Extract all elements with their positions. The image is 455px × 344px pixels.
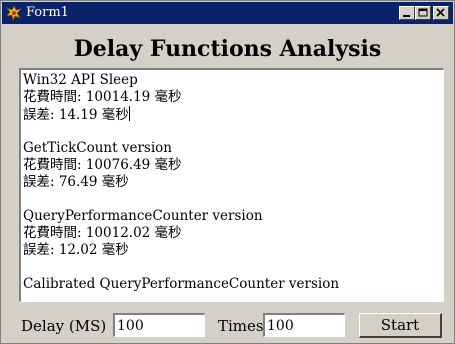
memo-line: 花費時間: 10012.02 毫秒 — [23, 225, 182, 241]
form1-window: Form1 Delay Functions Analysis Win32 API… — [0, 0, 455, 344]
minimize-button[interactable] — [399, 6, 415, 20]
memo-line — [23, 259, 441, 276]
memo-line: QueryPerformanceCounter version — [23, 208, 263, 224]
page-title: Delay Functions Analysis — [73, 36, 382, 62]
window-title: Form1 — [26, 5, 69, 20]
memo-line — [23, 191, 441, 208]
close-icon — [436, 8, 445, 17]
close-button[interactable] — [433, 6, 449, 20]
delphi-app-icon[interactable] — [5, 5, 23, 22]
results-memo[interactable]: Win32 API Sleep 花費時間: 10014.19 毫秒 誤差: 14… — [19, 68, 444, 302]
maximize-icon — [418, 8, 428, 17]
memo-line: 誤差: 76.49 毫秒 — [23, 174, 129, 190]
times-input[interactable] — [263, 313, 345, 337]
text-caret — [128, 106, 130, 121]
memo-line: 花費時間: 10014.19 毫秒 — [23, 89, 182, 105]
delay-input[interactable] — [113, 313, 205, 337]
memo-line: GetTickCount version — [23, 140, 172, 156]
start-button[interactable]: Start — [359, 313, 442, 338]
memo-line: 誤差: 12.02 毫秒 — [23, 242, 129, 258]
delay-label: Delay (MS) — [21, 317, 107, 335]
memo-line: Win32 API Sleep — [23, 72, 138, 88]
maximize-button[interactable] — [415, 6, 431, 20]
memo-line: 花費時間: 10076.49 毫秒 — [23, 157, 182, 173]
minimize-icon — [403, 15, 410, 17]
memo-content: Win32 API Sleep 花費時間: 10014.19 毫秒 誤差: 14… — [23, 72, 441, 293]
memo-line — [23, 123, 441, 140]
memo-line: Calibrated QueryPerformanceCounter versi… — [23, 276, 340, 292]
times-label: Times — [218, 317, 264, 335]
memo-line-text: 誤差: 14.19 毫秒 — [23, 107, 129, 123]
title-bar[interactable]: Form1 — [2, 2, 453, 24]
memo-line: 誤差: 14.19 毫秒 — [23, 106, 441, 123]
